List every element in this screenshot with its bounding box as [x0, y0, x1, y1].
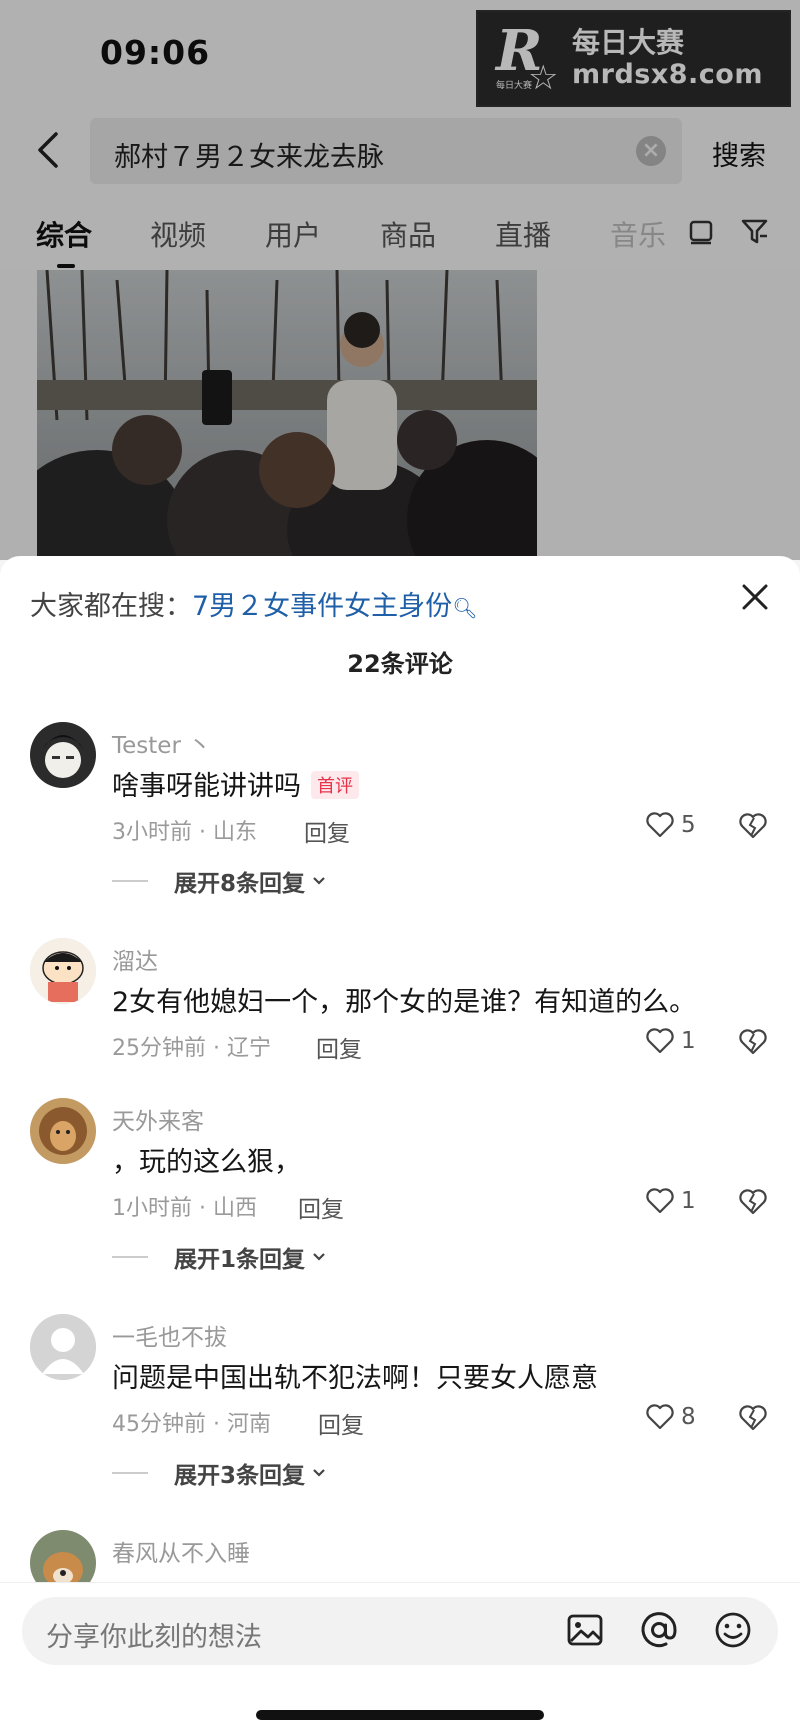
comment-username[interactable]: 一毛也不拔	[112, 1318, 227, 1352]
heart-icon	[646, 1028, 674, 1054]
image-icon[interactable]	[564, 1609, 606, 1651]
like-count: 8	[681, 1404, 696, 1430]
trending-label: 大家都在搜：	[30, 591, 192, 622]
chevron-down-icon	[313, 877, 325, 885]
chevron-down-icon	[313, 1469, 325, 1477]
comment-meta: 45分钟前 · 河南	[112, 1412, 271, 1437]
comment-input-placeholder: 分享你此刻的想法	[46, 1622, 262, 1653]
chevron-down-icon	[313, 1253, 325, 1261]
dislike-icon[interactable]	[738, 811, 768, 841]
comment-meta: 1小时前 · 山西	[112, 1196, 257, 1221]
heart-icon	[646, 1188, 674, 1214]
comment-text: 问题是中国出轨不犯法啊！只要女人愿意	[112, 1363, 598, 1394]
comment-username[interactable]: Tester 丶	[112, 726, 211, 760]
emoji-icon[interactable]	[712, 1609, 754, 1651]
comment-count: 22条评论	[347, 650, 453, 678]
trending-keyword[interactable]: 7男２女事件女主身份	[192, 591, 452, 622]
comment-item: 一毛也不拔 问题是中国出轨不犯法啊！只要女人愿意 45分钟前 · 河南 回复 8…	[0, 1314, 800, 1514]
trending-search[interactable]: 大家都在搜：7男２女事件女主身份🔍︎	[30, 584, 478, 623]
avatar[interactable]	[30, 722, 96, 788]
reply-button[interactable]: 回复	[298, 1190, 344, 1224]
comment-item: 春风从不入睡	[0, 1530, 800, 1596]
like-count: 1	[681, 1028, 696, 1054]
avatar[interactable]	[30, 1098, 96, 1164]
comment-text: 啥事呀能讲讲吗 首评	[112, 764, 359, 803]
comment-meta: 25分钟前 · 辽宁	[112, 1036, 271, 1061]
like-count: 1	[681, 1188, 696, 1214]
comment-username[interactable]: 春风从不入睡	[112, 1534, 250, 1568]
comment-username[interactable]: 溜达	[112, 942, 158, 976]
expand-replies[interactable]: 展开8条回复	[112, 864, 327, 898]
like-count: 5	[681, 812, 696, 838]
close-icon[interactable]	[738, 580, 772, 614]
like-button[interactable]: 5	[645, 810, 696, 840]
dislike-icon[interactable]	[738, 1027, 768, 1057]
comment-username[interactable]: 天外来客	[112, 1102, 204, 1136]
expand-replies[interactable]: 展开3条回复	[112, 1456, 327, 1490]
home-indicator[interactable]	[256, 1710, 544, 1720]
reply-button[interactable]: 回复	[316, 1030, 362, 1064]
heart-icon	[646, 1404, 674, 1430]
like-button[interactable]: 8	[645, 1402, 696, 1432]
comment-item: 溜达 2女有他媳妇一个，那个女的是谁？有知道的么。 25分钟前 · 辽宁 回复 …	[0, 938, 800, 1078]
avatar[interactable]	[30, 938, 96, 1004]
expand-replies[interactable]: 展开1条回复	[112, 1240, 327, 1274]
reply-button[interactable]: 回复	[304, 814, 350, 848]
search-icon: 🔍︎	[452, 596, 478, 620]
first-comment-badge: 首评	[311, 770, 359, 799]
mention-icon[interactable]	[638, 1609, 680, 1651]
comment-text: 2女有他媳妇一个，那个女的是谁？有知道的么。	[112, 987, 697, 1018]
comments-sheet: 大家都在搜：7男２女事件女主身份🔍︎ 22条评论 Tester 丶 啥事呀能讲讲…	[0, 556, 800, 1734]
comment-item: Tester 丶 啥事呀能讲讲吗 首评 3小时前 · 山东 回复 5 展开8条回复	[0, 722, 800, 922]
comment-meta: 3小时前 · 山东	[112, 820, 257, 845]
reply-button[interactable]: 回复	[318, 1406, 364, 1440]
comment-item: 天外来客 ，玩的这么狠， 1小时前 · 山西 回复 1 展开1条回复	[0, 1098, 800, 1298]
comment-input[interactable]: 分享你此刻的想法	[22, 1597, 778, 1665]
dim-overlay[interactable]	[0, 0, 800, 560]
heart-icon	[646, 812, 674, 838]
dislike-icon[interactable]	[738, 1187, 768, 1217]
avatar[interactable]	[30, 1314, 96, 1380]
like-button[interactable]: 1	[645, 1026, 696, 1056]
comment-text: ，玩的这么狠，	[112, 1147, 301, 1178]
like-button[interactable]: 1	[645, 1186, 696, 1216]
dislike-icon[interactable]	[738, 1403, 768, 1433]
